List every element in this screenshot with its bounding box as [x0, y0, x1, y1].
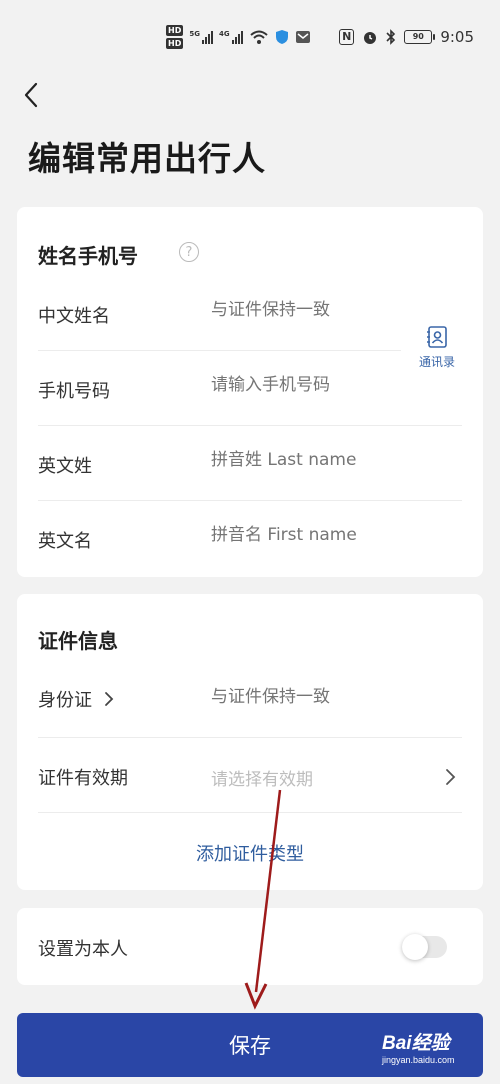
divider	[38, 500, 462, 501]
clock: 9:05	[440, 28, 474, 46]
wifi-icon	[249, 30, 268, 44]
set-self-toggle[interactable]	[402, 934, 447, 960]
nfc-icon: N	[339, 29, 355, 45]
first-name-input[interactable]	[211, 525, 451, 545]
last-name-input[interactable]	[211, 450, 451, 470]
help-icon[interactable]: ?	[179, 242, 199, 262]
chevron-left-icon	[24, 82, 38, 108]
hd-icon: HD	[166, 38, 184, 49]
chinese-name-input[interactable]	[211, 300, 401, 320]
id-type-selector[interactable]: 身份证	[38, 686, 114, 712]
watermark-logo: Bai经验	[382, 1033, 450, 1054]
status-icons-left: HD HD 5G 4G	[166, 22, 311, 52]
row-label: 中文姓名	[38, 306, 110, 327]
hd-icon: HD	[166, 25, 184, 36]
watermark-url: jingyan.baidu.com	[382, 1055, 455, 1065]
row-label: 证件有效期	[38, 768, 128, 789]
row-label: 身份证	[38, 690, 92, 711]
status-icons-right: N 90 9:05	[339, 26, 474, 48]
set-self-card: 设置为本人	[17, 908, 483, 985]
name-phone-card: 姓名手机号 ? 中文姓名 通讯录 手机号码 英文姓 英文名	[17, 207, 483, 577]
alarm-icon	[364, 32, 377, 44]
toggle-knob	[402, 934, 428, 960]
id-number-input[interactable]	[211, 687, 401, 707]
phone-input[interactable]	[211, 375, 401, 395]
row-label: 英文名	[38, 531, 92, 552]
divider	[38, 737, 462, 738]
id-info-card: 证件信息 身份证 证件有效期 请选择有效期 添加证件类型	[17, 594, 483, 890]
set-self-label: 设置为本人	[38, 939, 128, 960]
message-icon	[295, 31, 310, 43]
row-first-name: 英文名	[38, 512, 462, 587]
divider	[38, 425, 462, 426]
contacts-icon	[427, 326, 447, 348]
row-label: 手机号码	[38, 381, 110, 402]
bluetooth-icon	[386, 29, 396, 45]
row-label: 英文姓	[38, 456, 92, 477]
add-id-type-link[interactable]: 添加证件类型	[17, 840, 483, 866]
divider	[38, 812, 462, 813]
chevron-right-icon	[105, 692, 114, 706]
section-title-name: 姓名手机号	[38, 244, 138, 268]
arrow-head	[244, 982, 268, 1010]
baidu-jingyan-watermark: Bai经验 jingyan.baidu.com	[382, 1028, 494, 1078]
back-button[interactable]	[16, 78, 46, 112]
status-bar: HD HD 5G 4G N 90 9:05	[0, 0, 500, 72]
divider	[38, 350, 401, 351]
battery-icon: 90	[404, 30, 436, 44]
page-title: 编辑常用出行人	[28, 139, 266, 178]
hd-icons: HD HD	[166, 25, 184, 49]
chevron-right-icon	[446, 769, 456, 785]
signal-4g-icon: 4G	[219, 30, 243, 44]
validity-placeholder: 请选择有效期	[211, 770, 313, 790]
contacts-button[interactable]: 通讯录	[413, 325, 461, 379]
signal-5g-icon: 5G	[189, 30, 213, 44]
shield-icon	[275, 30, 288, 44]
save-label: 保存	[229, 1034, 271, 1058]
contacts-label: 通讯录	[418, 355, 455, 369]
section-title-id: 证件信息	[38, 629, 118, 653]
